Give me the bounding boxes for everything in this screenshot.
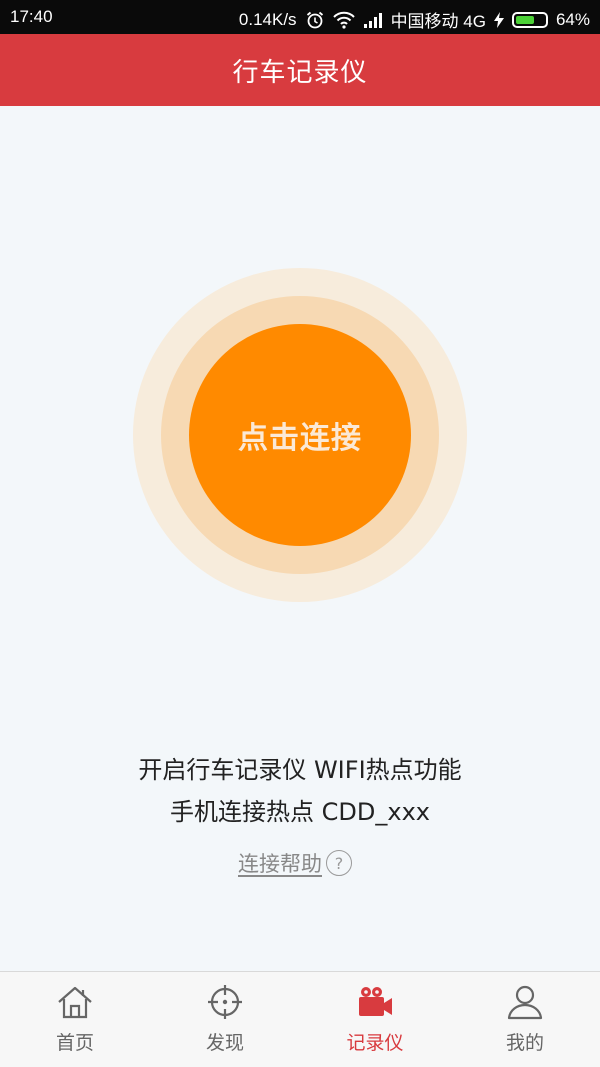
- alarm-icon: [305, 10, 325, 30]
- user-icon: [507, 985, 543, 1020]
- video-camera-icon: [359, 987, 392, 1016]
- home-icon: [58, 986, 92, 1019]
- tab-profile-label: 我的: [505, 1032, 544, 1054]
- help-link-label: 连接帮助: [238, 852, 322, 876]
- wifi-icon: [332, 11, 355, 29]
- connect-button[interactable]: 点击连接: [189, 324, 411, 546]
- tab-profile[interactable]: 我的: [450, 972, 600, 1067]
- tab-recorder-label: 记录仪: [346, 1032, 404, 1054]
- crosshair-icon: [208, 985, 242, 1019]
- instruction-line-1: 开启行车记录仪 WIFI热点功能: [138, 756, 462, 784]
- connect-button-label: 点击连接: [238, 421, 362, 456]
- tab-home-label: 首页: [55, 1032, 94, 1054]
- bottom-tab-bar: 首页 发现 记录仪 我的: [0, 971, 600, 1067]
- tab-home[interactable]: 首页: [0, 972, 150, 1067]
- status-time: 17:40: [10, 7, 53, 26]
- charging-icon: [493, 11, 504, 28]
- battery-indicator: [511, 11, 548, 28]
- tab-recorder[interactable]: 记录仪: [300, 972, 450, 1067]
- app-header: 行车记录仪: [0, 34, 600, 106]
- battery-percent: 64%: [555, 9, 590, 29]
- connection-help-link[interactable]: 连接帮助 ?: [238, 848, 352, 878]
- tab-discover[interactable]: 发现: [150, 972, 300, 1067]
- network-speed: 0.14K/s: [238, 9, 297, 29]
- status-bar: 17:40 0.14K/s 中国移动 4G 64%: [0, 0, 600, 34]
- tab-discover-label: 发现: [205, 1032, 244, 1054]
- instruction-line-2: 手机连接热点 CDD_xxx: [170, 798, 430, 826]
- battery-icon: [511, 11, 548, 28]
- page-title: 行车记录仪: [232, 57, 368, 88]
- battery-fill: [515, 15, 534, 24]
- signal-icon: [363, 12, 383, 28]
- status-right: 0.14K/s 中国移动 4G 64%: [239, 7, 590, 32]
- carrier-label: 中国移动 4G: [390, 12, 486, 31]
- question-mark-icon: ?: [326, 850, 352, 876]
